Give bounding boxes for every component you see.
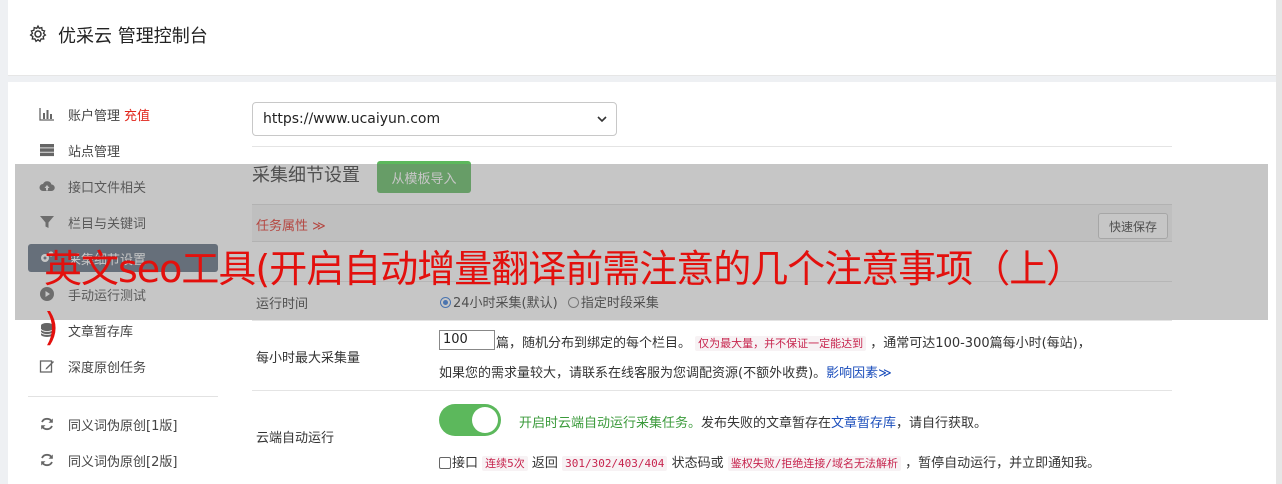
pause-checkbox[interactable] [439, 457, 451, 469]
gear-icon [29, 24, 47, 43]
overlay-title: 英文seo工具(开启自动增量翻译前需注意的几个注意事项（上） [44, 247, 1084, 291]
row-divider [252, 320, 1172, 321]
cloud-text: 发布失败的文章暂存在 [701, 416, 832, 431]
hourly-max-label: 每小时最大采集量 [256, 351, 361, 366]
refresh-icon [38, 451, 56, 469]
row-divider [252, 390, 1172, 391]
cloud-run-description: 开启时云端自动运行采集任务。发布失败的文章暂存在文章暂存库，请自行获取。 [519, 412, 987, 431]
sidebar-item-account[interactable]: 账户管理 充值 [28, 100, 218, 128]
site-select[interactable]: https://www.ucaiyun.com [252, 102, 617, 136]
influence-factors-link[interactable]: 影响因素≫ [826, 366, 892, 381]
sidebar-item-deep-original[interactable]: 深度原创任务 [28, 352, 218, 380]
cloud-text: 状态码或 [671, 456, 724, 471]
recharge-link[interactable]: 充值 [124, 105, 150, 124]
cloud-run-label: 云端自动运行 [256, 431, 335, 446]
server-icon [38, 141, 56, 159]
cloud-run-green-text: 开启时云端自动运行采集任务。 [519, 416, 702, 431]
status-codes: 301/302/403/404 [562, 456, 668, 471]
hourly-description-2: 如果您的需求量较大，请联系在线客服为您调配资源(不额外收费)。影响因素≫ [439, 362, 892, 381]
header-bar: 优采云 管理控制台 [8, 0, 1282, 76]
hourly-max-input[interactable]: 100 [439, 330, 495, 350]
hourly-description: 篇，随机分布到绑定的每个栏目。 仅为最大量，并不保证一定能达到 ，通常可达100… [496, 332, 1091, 351]
scrollbar[interactable] [1276, 0, 1282, 484]
checkbox-label: 接口 [452, 456, 479, 471]
site-select-value: https://www.ucaiyun.com [263, 111, 441, 127]
overlay-title-continued: ) [44, 305, 59, 349]
sidebar-item-label: 文章暂存库 [68, 324, 134, 340]
article-storage-link[interactable]: 文章暂存库 [831, 416, 896, 431]
sidebar-item-synonym-v2[interactable]: 同义词伪原创[2版] [28, 446, 218, 474]
sidebar-item-label: 账户管理 [68, 108, 121, 124]
hourly-text: 篇，随机分布到绑定的每个栏目。 [496, 336, 692, 351]
sidebar-item-synonym-v1[interactable]: 同义词伪原创[1版] [28, 410, 218, 438]
bar-chart-icon [38, 105, 56, 123]
hourly-warning-code: 仅为最大量，并不保证一定能达到 [695, 336, 867, 351]
cloud-text: ，请自行获取。 [896, 416, 988, 431]
sidebar-item-label: 深度原创任务 [68, 360, 147, 376]
hourly-text: 如果您的需求量较大，请联系在线客服为您调配资源(不额外收费)。 [439, 366, 827, 381]
cloud-text: ，暂停自动运行，并立即通知我。 [905, 456, 1101, 471]
code-text: 连续5次 [482, 456, 528, 471]
cloud-run-toggle[interactable] [439, 404, 501, 436]
sidebar-item-label: 同义词伪原创[2版] [68, 454, 178, 470]
sidebar-item-sites[interactable]: 站点管理 [28, 136, 218, 164]
cloud-pause-option: 接口 连续5次 返回 301/302/403/404 状态码或 鉴权失败/拒绝连… [439, 452, 1100, 471]
chevron-down-icon [597, 116, 607, 123]
sidebar-item-label: 同义词伪原创[1版] [68, 418, 178, 434]
cloud-text: 返回 [531, 456, 558, 471]
error-types: 鉴权失败/拒绝连接/域名无法解析 [727, 456, 901, 471]
sidebar-item-label: 站点管理 [68, 144, 121, 160]
console-title: 优采云 管理控制台 [58, 26, 208, 47]
hourly-text: ，通常可达100-300篇每小时(每站)， [870, 336, 1091, 351]
sidebar-divider [28, 396, 218, 397]
refresh-icon [38, 415, 56, 433]
edit-icon [38, 357, 56, 375]
divider [252, 146, 1172, 147]
